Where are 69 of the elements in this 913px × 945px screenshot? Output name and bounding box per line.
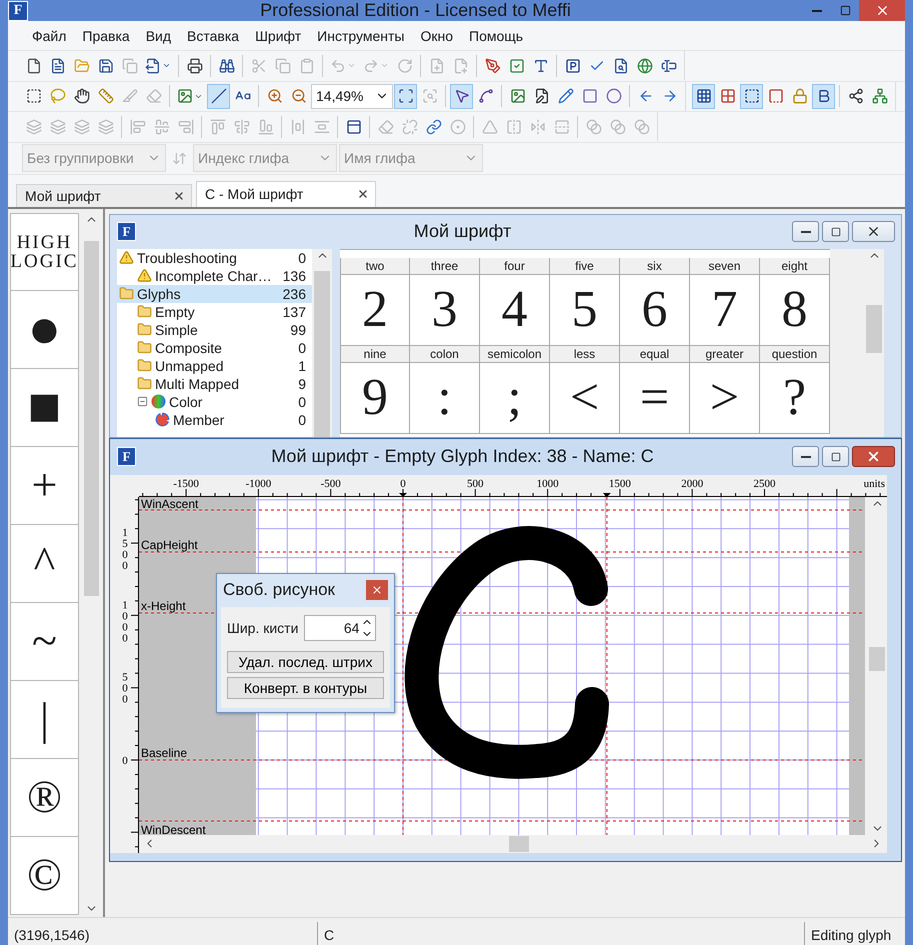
menu-item[interactable]: Окно [412, 28, 461, 44]
ruler-label: 500 [467, 478, 484, 490]
tree-item[interactable]: Glyphs 236 [117, 284, 312, 302]
ruler-label: 0 [122, 754, 128, 766]
ruler-label: 1500 [122, 526, 128, 572]
glyph-cell: ~ [10, 602, 79, 680]
glyph-name: colon [410, 346, 479, 362]
document-tab[interactable]: Мой шрифт [16, 184, 192, 206]
glyph-name: semicolon [480, 346, 549, 362]
ruler-label: 0 [400, 478, 406, 490]
ruler-label: 1500 [608, 478, 631, 490]
glyph-cell: ■ [10, 368, 79, 446]
ruler-label: -1000 [246, 478, 272, 490]
glyph-cell: © [10, 836, 79, 914]
glyph-name: six [620, 258, 689, 274]
field-label: Шир. кисти [227, 620, 298, 636]
glyph-name: seven [690, 258, 759, 274]
tree-item[interactable]: Empty 137 [117, 302, 312, 320]
ruler-label: 500 [122, 671, 128, 706]
glyph-name: question [760, 346, 829, 362]
status-text: C [318, 922, 805, 945]
ruler-label: 1000 [122, 598, 128, 644]
glyph-name: four [480, 258, 549, 274]
glyph-name: nine [341, 346, 409, 362]
metric-label: WinAscent [141, 496, 198, 510]
document-tab[interactable]: C - Мой шрифт [196, 180, 376, 206]
window-title: Мой шрифт [412, 221, 512, 242]
menu-item[interactable]: Файл [24, 28, 74, 44]
window-title: Мой шрифт - Empty Glyph Index: 38 - Name: C [270, 446, 655, 467]
dialog-title: Своб. рисунок [223, 580, 335, 600]
menu-item[interactable]: Инструменты [309, 28, 412, 44]
metric-label: Baseline [141, 746, 188, 760]
app-logo: F [117, 222, 136, 241]
ruler-label: -500 [320, 478, 341, 490]
ruler-unit: units [864, 478, 885, 490]
glyph-name: three [410, 258, 479, 274]
zoom-combo[interactable]: 14,49% [311, 84, 393, 109]
glyph-cell: ● [10, 290, 79, 368]
menu-item[interactable]: Правка [74, 28, 138, 44]
glyph-cell: | [10, 680, 79, 758]
metric-label: WinDescent [141, 822, 206, 834]
ruler-label: -1500 [173, 478, 199, 490]
window-title: Professional Edition - Licensed to Meffi [259, 0, 572, 21]
status-text: Editing glyph [810, 926, 892, 945]
dialog-button[interactable]: Конверт. в контуры [227, 676, 384, 698]
glyph-name: equal [620, 346, 689, 362]
glyph-name: eight [760, 258, 829, 274]
menu-item[interactable]: Вид [138, 28, 180, 44]
menu-item[interactable]: Шрифт [247, 28, 310, 44]
glyph-name: two [341, 258, 409, 274]
ruler-label: 2500 [754, 478, 776, 490]
ruler-label: 2000 [681, 478, 704, 490]
glyph-name: five [550, 258, 619, 274]
ruler-label: 1000 [536, 478, 559, 490]
dialog-button[interactable]: Удал. послед. штрих [227, 650, 384, 672]
menu-item[interactable]: Помощь [461, 28, 532, 44]
app-logo: F [117, 447, 136, 466]
status-text: (3196,1546) [8, 922, 318, 945]
glyph-name: less [550, 346, 619, 362]
glyph-cell: + [10, 446, 79, 524]
glyph-name: greater [690, 346, 759, 362]
glyph-cell: ® [10, 758, 79, 836]
menu-item[interactable]: Вставка [179, 28, 248, 44]
glyph-cell: ^ [10, 524, 79, 602]
brush-width-field[interactable]: 64 [304, 614, 376, 640]
metric-label: x-Height [141, 598, 186, 612]
logo-glyph-cell: HIGH LOGIC [10, 212, 79, 290]
app-logo: F [8, 0, 28, 20]
metric-label: CapHeight [141, 538, 198, 552]
